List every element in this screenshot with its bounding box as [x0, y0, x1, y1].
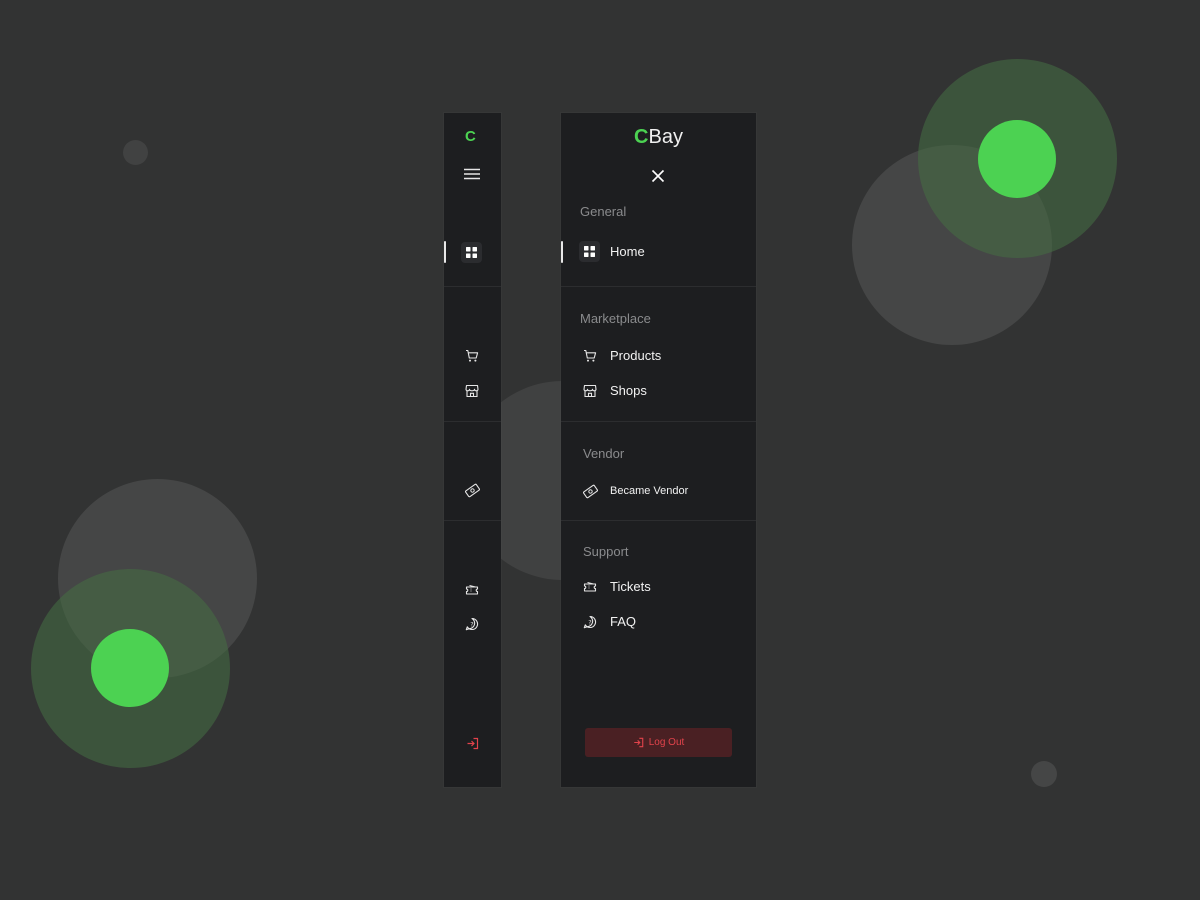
nav-item-home[interactable]: Home: [561, 240, 756, 264]
cart-icon[interactable]: [462, 346, 482, 366]
divider: [444, 520, 501, 521]
logout-label: Log Out: [648, 737, 685, 748]
divider: [444, 421, 501, 422]
nav-item-products[interactable]: Products: [561, 344, 756, 368]
divider: [561, 520, 756, 521]
active-indicator: [444, 241, 446, 263]
hamburger-icon[interactable]: [462, 166, 482, 182]
divider: [561, 286, 756, 287]
bg-circle-small-top-left: [123, 140, 148, 165]
logout-button[interactable]: Log Out: [585, 728, 732, 757]
nav-item-label: Became Vendor: [610, 485, 689, 497]
nav-item-shops[interactable]: Shops: [561, 379, 756, 403]
nav-item-label: Home: [610, 244, 645, 259]
nav-item-faq[interactable]: ? FAQ: [561, 610, 756, 634]
grid-icon: [579, 241, 600, 262]
money-icon[interactable]: [462, 480, 482, 500]
divider: [561, 421, 756, 422]
money-icon: [580, 479, 600, 503]
bg-circle-green-right: [978, 120, 1056, 198]
store-icon: [580, 379, 600, 403]
logo-text: Bay: [648, 126, 683, 148]
store-icon[interactable]: [462, 381, 482, 401]
grid-icon[interactable]: [461, 242, 482, 263]
divider: [444, 286, 501, 287]
nav-item-label: FAQ: [610, 614, 637, 629]
logo-accent: C: [634, 126, 649, 148]
bg-circle-small-bottom-right: [1031, 761, 1057, 787]
section-label-marketplace: Marketplace: [580, 311, 651, 326]
logo[interactable]: CBay: [561, 126, 756, 149]
svg-text:?: ?: [588, 618, 591, 626]
ticket-icon: [580, 575, 600, 599]
collapsed-sidebar: C ?: [444, 113, 501, 787]
section-label-vendor: Vendor: [583, 446, 625, 461]
nav-item-label: Tickets: [610, 579, 651, 594]
question-bubble-icon[interactable]: ?: [462, 614, 482, 634]
close-icon[interactable]: [647, 165, 669, 187]
nav-item-became-vendor[interactable]: Became Vendor: [561, 479, 756, 503]
cart-icon: [580, 344, 600, 368]
nav-item-label: Products: [610, 348, 662, 363]
svg-text:?: ?: [470, 620, 473, 628]
nav-item-label: Shops: [610, 383, 647, 398]
expanded-sidebar: CBay General Home Marketplace Products S…: [561, 113, 756, 787]
section-label-support: Support: [583, 544, 629, 559]
bg-circle-green-left: [91, 629, 169, 707]
question-bubble-icon: ?: [580, 610, 600, 634]
logout-icon[interactable]: [462, 733, 482, 753]
logout-icon: [633, 737, 644, 748]
nav-item-tickets[interactable]: Tickets: [561, 575, 756, 599]
section-label-general: General: [580, 204, 627, 219]
ticket-icon[interactable]: [462, 580, 482, 600]
logo-short[interactable]: C: [465, 128, 476, 145]
